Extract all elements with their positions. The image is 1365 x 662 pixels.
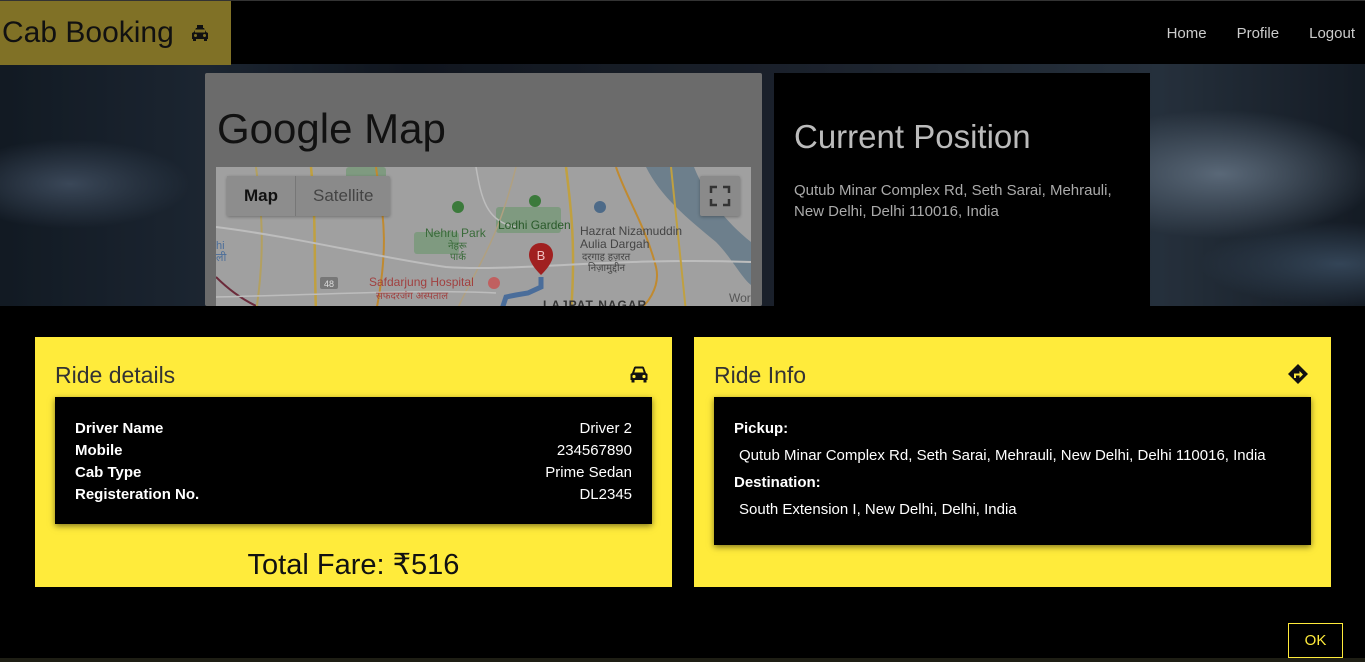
driver-details-box: Driver Name Driver 2 Mobile 234567890 Ca… [55, 397, 652, 524]
driver-name-value: Driver 2 [579, 420, 632, 437]
mobile-label: Mobile [75, 442, 123, 459]
map-label-nehru-park-hindi: नेहरू [448, 240, 467, 252]
map-label-hazrat-4: निज़ामुद्दीन [588, 262, 626, 274]
map-label-hazrat-1: Hazrat Nizamuddin [580, 224, 682, 238]
map-label-edge-left-1: hi [216, 240, 225, 252]
map-type-toggle: Map Satellite [227, 176, 391, 216]
fullscreen-icon [709, 185, 731, 207]
ride-details-title: Ride details [55, 362, 176, 388]
ride-details-card: Ride details Driver Name Driver 2 Mobile… [35, 337, 672, 587]
brand[interactable]: Cab Booking [0, 1, 231, 65]
pickup-label: Pickup: [734, 420, 789, 437]
registration-label: Registeration No. [75, 486, 200, 503]
directions-icon [1287, 363, 1309, 385]
google-map[interactable]: B Nehru Park नेहरू पार्क Lodhi Garden Ha… [216, 167, 751, 306]
nav-logout[interactable]: Logout [1309, 25, 1355, 42]
destination-value: South Extension I, New Delhi, Delhi, Ind… [739, 501, 1017, 518]
brand-title: Cab Booking [2, 16, 174, 49]
map-type-map-button[interactable]: Map [227, 176, 296, 216]
current-position-address: Qutub Minar Complex Rd, Seth Sarai, Mehr… [794, 182, 1112, 220]
map-label-lajpat: LAJPAT NAGAR [543, 298, 647, 306]
map-label-route-48: 48 [324, 279, 334, 289]
mobile-value: 234567890 [556, 442, 632, 459]
current-position-title: Current Position [794, 118, 1031, 155]
current-position-card: Current Position Qutub Minar Complex Rd,… [774, 73, 1150, 306]
taxi-icon [190, 23, 210, 43]
cab-type-label: Cab Type [75, 464, 142, 481]
map-marker-label: B [537, 248, 546, 263]
route-info-box: Pickup: Qutub Minar Complex Rd, Seth Sar… [714, 397, 1311, 545]
nav-home[interactable]: Home [1167, 25, 1207, 42]
map-label-nehru-park-hindi2: पार्क [450, 251, 466, 263]
pickup-value: Qutub Minar Complex Rd, Seth Sarai, Mehr… [739, 447, 1266, 464]
fullscreen-button[interactable] [700, 176, 740, 216]
map-title: Google Map [217, 105, 446, 152]
detail-row-cab-type: Cab Type Prime Sedan [75, 462, 632, 484]
map-label-nehru-park: Nehru Park [425, 226, 487, 240]
ride-info-title: Ride Info [714, 362, 807, 388]
cab-type-value: Prime Sedan [545, 464, 632, 481]
navbar: Cab Booking Home Profile Logout [0, 0, 1365, 65]
nav-profile[interactable]: Profile [1237, 25, 1280, 42]
total-fare: Total Fare: ₹516 [247, 549, 460, 581]
bottom-strip [0, 658, 1365, 662]
detail-row-driver: Driver Name Driver 2 [75, 418, 632, 440]
map-label-edge-left-2: ली [216, 251, 226, 264]
ride-info-card: Ride Info Pickup: Qutub Minar Complex Rd… [694, 337, 1331, 587]
map-type-satellite-button[interactable]: Satellite [296, 176, 390, 216]
map-label-safdarjung: Safdarjung Hospital [369, 275, 474, 289]
registration-value: DL2345 [579, 486, 632, 503]
ok-button[interactable]: OK [1288, 623, 1343, 658]
map-label-edge-right: Wor [729, 291, 751, 305]
map-label-lodhi-garden: Lodhi Garden [498, 218, 571, 232]
map-label-hazrat-3: दरगाह हज़रत [582, 252, 631, 263]
nav-links: Home Profile Logout [1137, 1, 1355, 65]
map-label-hazrat-2: Aulia Dargah [580, 237, 649, 251]
map-label-safdarjung-hindi: सफदरजंग अस्पताल [376, 290, 448, 302]
detail-row-mobile: Mobile 234567890 [75, 440, 632, 462]
detail-row-registration: Registeration No. DL2345 [75, 484, 632, 506]
destination-label: Destination: [734, 474, 821, 491]
driver-name-label: Driver Name [75, 420, 164, 437]
map-card: Google Map B Nehru Park नेहरू पार्क Lodh… [205, 73, 762, 306]
car-icon [628, 363, 650, 385]
